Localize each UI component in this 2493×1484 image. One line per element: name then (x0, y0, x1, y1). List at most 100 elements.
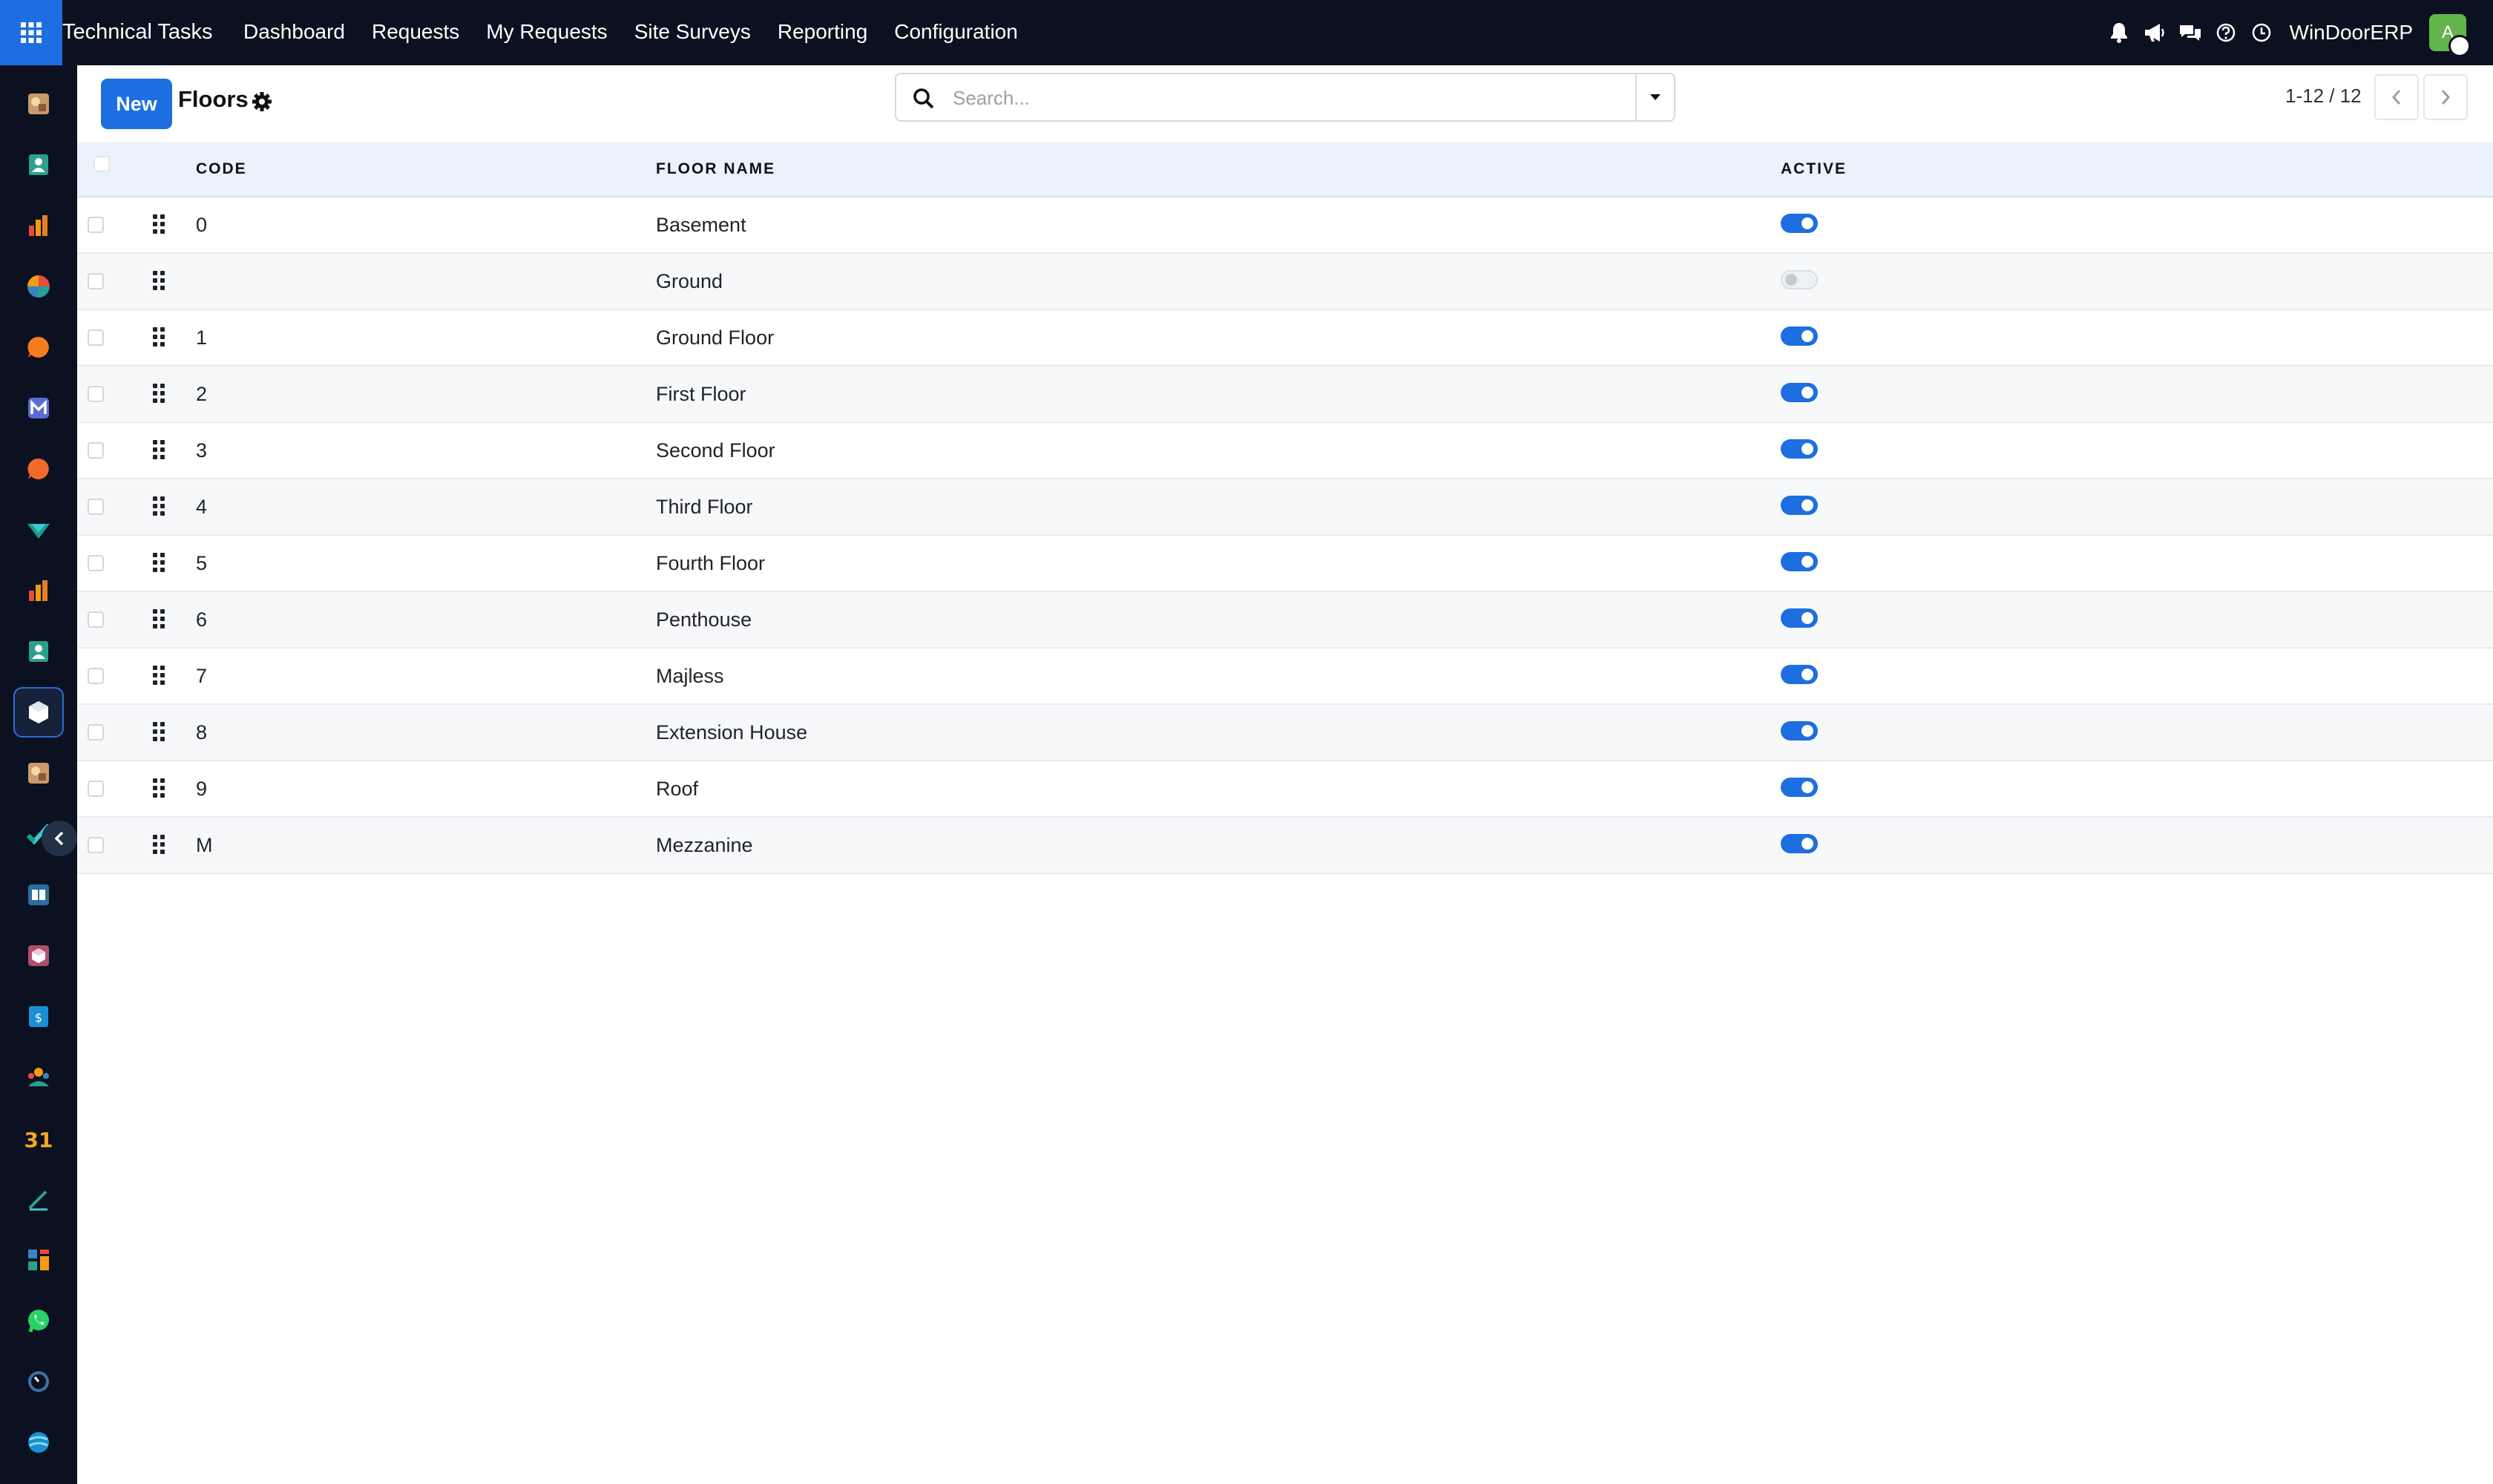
products-app-icon[interactable] (13, 930, 64, 981)
reporting-app-icon[interactable] (13, 200, 64, 251)
whatsapp-app-icon[interactable] (13, 1296, 64, 1346)
drag-handle-icon[interactable] (153, 778, 166, 799)
drag-handle-icon[interactable] (153, 384, 166, 404)
cell-code[interactable]: 6 (196, 592, 207, 647)
drag-handle-icon[interactable] (153, 214, 166, 235)
help-icon[interactable] (2208, 0, 2244, 65)
cell-code[interactable]: 9 (196, 761, 207, 816)
table-row[interactable]: 0 Basement (77, 197, 2493, 254)
contacts-app-icon[interactable] (13, 139, 64, 190)
menu-dashboard[interactable]: Dashboard (230, 0, 358, 65)
inventory-app-icon[interactable] (13, 687, 64, 738)
cell-code[interactable]: 3 (196, 423, 207, 478)
cell-floor-name[interactable]: Second Floor (656, 423, 775, 478)
knowledge-app-icon[interactable] (13, 870, 64, 920)
cell-code[interactable]: M (196, 818, 213, 873)
table-row[interactable]: M Mezzanine (77, 818, 2493, 874)
row-checkbox[interactable] (88, 442, 104, 459)
table-row[interactable]: 1 Ground Floor (77, 310, 2493, 367)
cell-floor-name[interactable]: Basement (656, 197, 746, 252)
calendar-app-icon[interactable]: 31 (13, 1113, 64, 1163)
menu-reporting[interactable]: Reporting (764, 0, 881, 65)
table-row[interactable]: 5 Fourth Floor (77, 536, 2493, 592)
row-checkbox[interactable] (88, 781, 104, 797)
row-checkbox[interactable] (88, 555, 104, 571)
cell-floor-name[interactable]: Majless (656, 649, 724, 703)
timer-app-icon[interactable] (13, 1356, 64, 1407)
drag-handle-icon[interactable] (153, 722, 166, 743)
active-toggle[interactable] (1781, 778, 1818, 797)
employees-app-icon[interactable] (13, 626, 64, 677)
drag-handle-icon[interactable] (153, 327, 166, 348)
row-checkbox[interactable] (88, 499, 104, 515)
table-row[interactable]: 2 First Floor (77, 367, 2493, 423)
table-row[interactable]: 8 Extension House (77, 705, 2493, 761)
active-toggle[interactable] (1781, 496, 1818, 515)
row-checkbox[interactable] (88, 724, 104, 741)
table-row[interactable]: 6 Penthouse (77, 592, 2493, 649)
table-row[interactable]: 7 Majless (77, 649, 2493, 705)
active-toggle[interactable] (1781, 270, 1818, 289)
column-header-active[interactable]: ACTIVE (1781, 142, 1847, 196)
website-app-icon[interactable] (13, 1235, 64, 1285)
drag-handle-icon[interactable] (153, 609, 166, 630)
menu-configuration[interactable]: Configuration (881, 0, 1031, 65)
team-app-icon[interactable] (13, 1052, 64, 1103)
search-options-toggle[interactable] (1635, 74, 1674, 120)
notes-app-icon[interactable] (13, 1174, 64, 1224)
table-row[interactable]: 3 Second Floor (77, 423, 2493, 479)
active-toggle[interactable] (1781, 439, 1818, 459)
bell-icon[interactable] (2101, 0, 2137, 65)
cell-code[interactable]: 1 (196, 310, 207, 365)
cell-code[interactable]: 8 (196, 705, 207, 760)
cell-floor-name[interactable]: Roof (656, 761, 698, 816)
select-all-checkbox[interactable] (93, 156, 110, 172)
row-checkbox[interactable] (88, 837, 104, 853)
grid-apps-icon[interactable] (0, 0, 62, 65)
gear-icon[interactable] (249, 89, 275, 114)
row-checkbox[interactable] (88, 273, 104, 289)
row-checkbox[interactable] (88, 329, 104, 346)
table-row[interactable]: Ground (77, 254, 2493, 310)
pager-next-button[interactable] (2423, 74, 2468, 120)
cell-code[interactable]: 2 (196, 367, 207, 421)
cell-floor-name[interactable]: Penthouse (656, 592, 752, 647)
cell-code[interactable]: 7 (196, 649, 207, 703)
cell-floor-name[interactable]: Mezzanine (656, 818, 753, 873)
active-toggle[interactable] (1781, 552, 1818, 571)
cell-code[interactable]: 5 (196, 536, 207, 591)
row-checkbox[interactable] (88, 217, 104, 233)
drag-handle-icon[interactable] (153, 835, 166, 856)
active-toggle[interactable] (1781, 326, 1818, 346)
drag-handle-icon[interactable] (153, 666, 166, 686)
drag-handle-icon[interactable] (153, 553, 166, 574)
app-title[interactable]: Technical Tasks (62, 0, 213, 65)
sign-app-icon[interactable] (13, 505, 64, 555)
cell-floor-name[interactable]: Extension House (656, 705, 807, 760)
table-row[interactable]: 9 Roof (77, 761, 2493, 818)
drag-handle-icon[interactable] (153, 496, 166, 517)
cell-floor-name[interactable]: Ground Floor (656, 310, 774, 365)
documents-app-icon[interactable] (13, 748, 64, 798)
row-checkbox[interactable] (88, 386, 104, 402)
active-toggle[interactable] (1781, 214, 1818, 233)
active-toggle[interactable] (1781, 608, 1818, 628)
row-checkbox[interactable] (88, 668, 104, 684)
live-chat-app-icon[interactable] (13, 322, 64, 372)
pager-previous-button[interactable] (2374, 74, 2419, 120)
cell-floor-name[interactable]: Fourth Floor (656, 536, 765, 591)
dashboard-app-icon[interactable] (13, 261, 64, 312)
column-header-code[interactable]: CODE (196, 142, 247, 196)
new-button[interactable]: New (101, 79, 172, 129)
pager-value[interactable]: 1-12 / 12 (2285, 85, 2362, 108)
active-toggle[interactable] (1781, 665, 1818, 684)
menu-site-surveys[interactable]: Site Surveys (621, 0, 764, 65)
mail-app-icon[interactable] (13, 383, 64, 433)
drag-handle-icon[interactable] (153, 271, 166, 292)
menu-my-requests[interactable]: My Requests (473, 0, 620, 65)
active-toggle[interactable] (1781, 721, 1818, 741)
megaphone-icon[interactable] (2137, 0, 2172, 65)
discuss-app-icon[interactable] (13, 79, 64, 129)
active-toggle[interactable] (1781, 834, 1818, 853)
company-name[interactable]: WinDoorERP (2290, 21, 2413, 45)
